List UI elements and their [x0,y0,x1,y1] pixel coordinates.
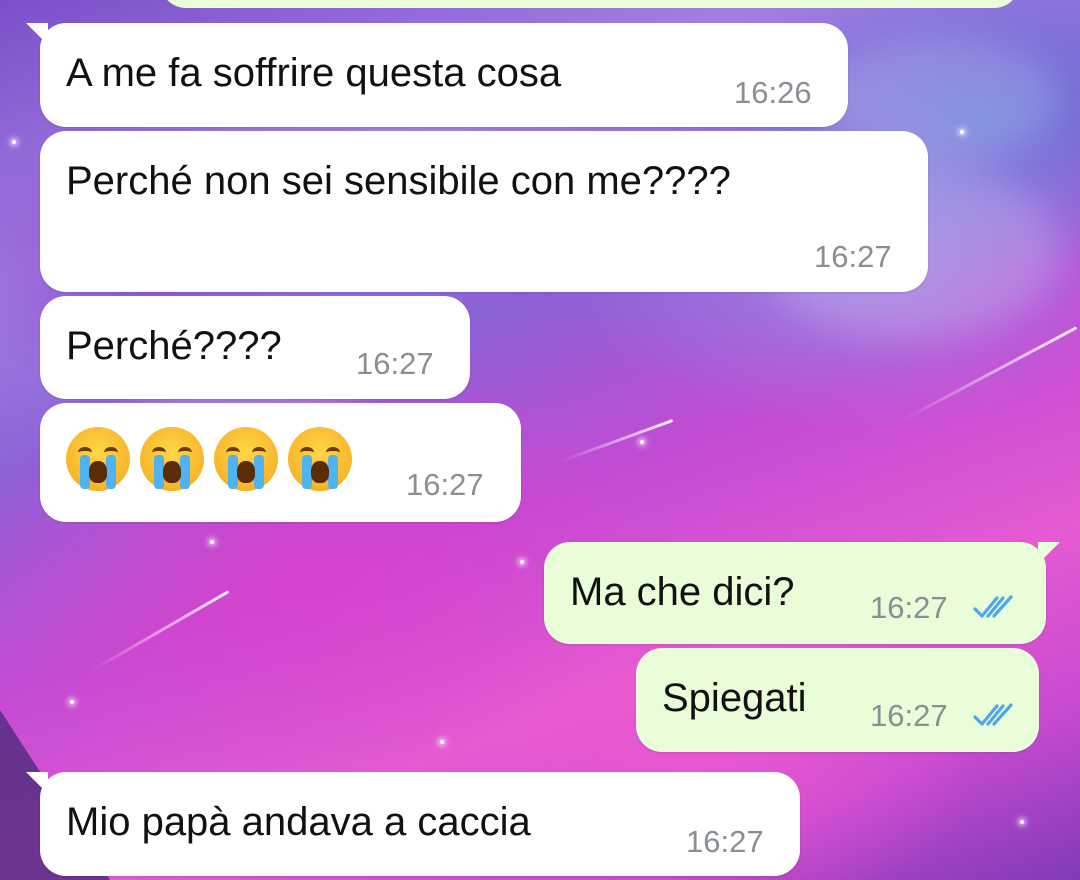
outgoing-message[interactable]: Ma che dici? 16:27 [544,542,1060,644]
read-double-tick-icon [973,703,1013,726]
message-text: A me fa soffrire questa cosa [66,51,562,95]
loudly-crying-face-icon [214,427,278,491]
message-time: 16:27 [406,467,484,502]
incoming-message[interactable]: Mio papà andava a caccia 16:27 [26,772,800,876]
message-time: 16:26 [734,75,812,110]
outgoing-message[interactable]: Spiegati 16:27 [636,648,1039,752]
incoming-message[interactable]: Perché non sei sensibile con me???? 16:2… [40,131,928,292]
message-text: Perché non sei sensibile con me???? [66,159,731,203]
message-time: 16:27 [686,824,764,859]
message-text: Ma che dici? [570,570,795,614]
message-text: Spiegati [662,676,807,720]
incoming-message[interactable]: 16:27 [40,403,521,522]
message-time: 16:27 [870,698,948,733]
loudly-crying-face-icon [140,427,204,491]
incoming-message[interactable]: A me fa soffrire questa cosa 16:26 [26,23,848,127]
incoming-message[interactable]: Perché???? 16:27 [40,296,470,399]
message-text: Perché???? [66,324,282,368]
message-text: Mio papà andava a caccia [66,800,531,844]
message-time: 16:27 [356,346,434,381]
message-time: 16:27 [814,239,892,274]
loudly-crying-face-icon [288,427,352,491]
read-double-tick-icon [973,595,1013,618]
previous-message-fragment [160,0,1020,8]
emoji-row [66,427,352,491]
loudly-crying-face-icon [66,427,130,491]
message-time: 16:27 [870,590,948,625]
